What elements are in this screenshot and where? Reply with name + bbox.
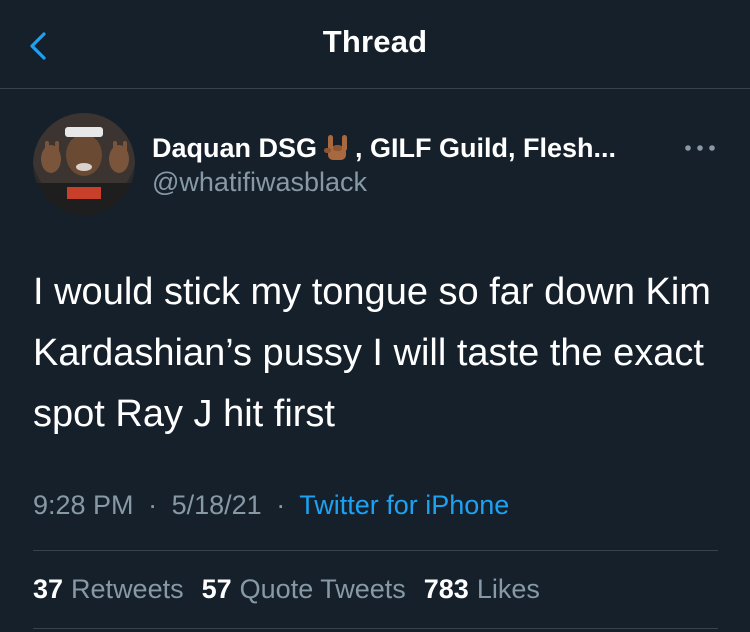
author-handle[interactable]: @whatifiwasblack [152,167,367,198]
quote-tweets-count: 57 [201,574,232,604]
tweet-date[interactable]: 5/18/21 [172,490,262,520]
tweet-time[interactable]: 9:28 PM [33,490,134,520]
likes-stat[interactable]: 783 Likes [424,574,540,605]
divider [33,550,718,551]
more-options-button[interactable] [680,136,720,160]
author-name-start: Daquan DSG [152,132,318,163]
retweets-stat[interactable]: 37 Retweets [33,574,184,605]
tweet-source-link[interactable]: Twitter for iPhone [299,490,509,520]
sign-of-the-horns-icon [321,132,353,164]
ellipsis-icon [685,145,715,151]
divider [33,628,718,629]
tweet-metadata: 9:28 PM · 5/18/21 · Twitter for iPhone [33,490,509,521]
quote-tweets-stat[interactable]: 57 Quote Tweets [202,574,406,605]
separator: · [276,490,286,520]
avatar[interactable] [33,113,135,215]
engagement-stats: 37 Retweets 57 Quote Tweets 783 Likes [33,574,540,605]
separator: · [148,490,158,520]
retweets-label: Retweets [71,574,184,604]
avatar-image [33,113,135,215]
tweet-text: I would stick my tongue so far down Kim … [33,271,711,435]
quote-tweets-label: Quote Tweets [239,574,406,604]
author-name-rest: , GILF Guild, Flesh... [355,132,617,163]
author-name[interactable]: Daquan DSG , GILF Guild, Flesh... [152,130,616,166]
page-title: Thread [322,24,428,59]
likes-count: 783 [423,574,469,604]
likes-label: Likes [476,574,540,604]
retweets-count: 37 [33,574,64,604]
top-bar: Thread [0,0,750,89]
